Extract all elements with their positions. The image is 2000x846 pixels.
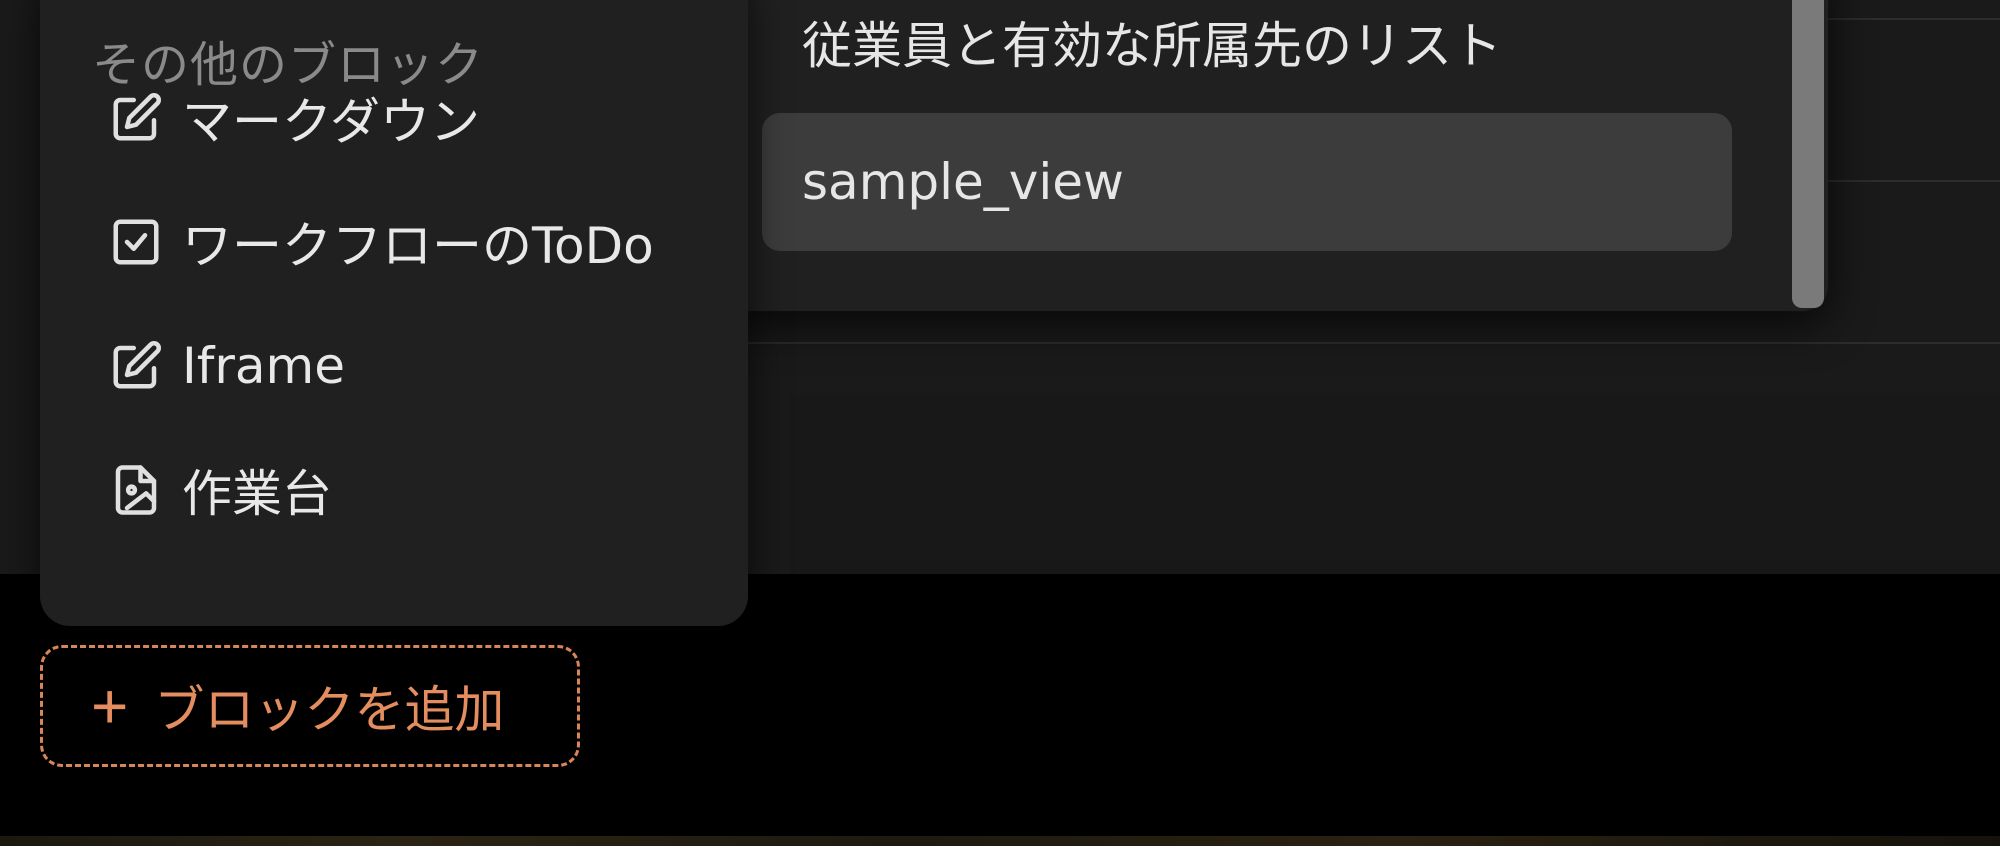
view-option-label: sample_view [802, 153, 1124, 211]
checkbox-icon [108, 214, 164, 270]
plus-icon: + [91, 670, 129, 742]
view-option-label: 従業員と有効な所属先のリスト [802, 17, 1502, 75]
menu-item-iframe[interactable]: Iframe [108, 326, 345, 406]
add-block-label: ブロックを追加 [154, 682, 505, 738]
scrollbar-thumb[interactable] [1792, 0, 1824, 308]
menu-item-markdown[interactable]: マークダウン [108, 78, 480, 158]
view-option-sample-view[interactable]: sample_view [762, 113, 1732, 251]
view-dropdown: 従業員と有効な所属先のリスト sample_view [722, 0, 1828, 311]
menu-item-label: ワークフローのToDo [182, 217, 654, 275]
row-divider [740, 342, 2000, 344]
menu-item-workbench[interactable]: 作業台 [108, 450, 332, 530]
view-option-employee-list[interactable]: 従業員と有効な所属先のリスト [762, 0, 1732, 112]
edit-icon [108, 90, 164, 146]
block-type-menu: その他のブロック マークダウン ワークフローのToDo Iframe 作業台 [40, 0, 748, 626]
edit-icon [108, 338, 164, 394]
file-image-icon [108, 462, 164, 518]
menu-item-label: Iframe [182, 337, 346, 395]
screen: 従業員と有効な所属先のリスト sample_view その他のブロック マークダ… [0, 0, 2000, 846]
menu-item-workflow-todo[interactable]: ワークフローのToDo [108, 202, 654, 282]
add-block-button[interactable]: + ブロックを追加 [40, 645, 580, 767]
content-area [790, 395, 2000, 574]
menu-item-label: マークダウン [182, 93, 480, 151]
image-strip [0, 836, 2000, 846]
menu-item-label: 作業台 [182, 465, 332, 523]
